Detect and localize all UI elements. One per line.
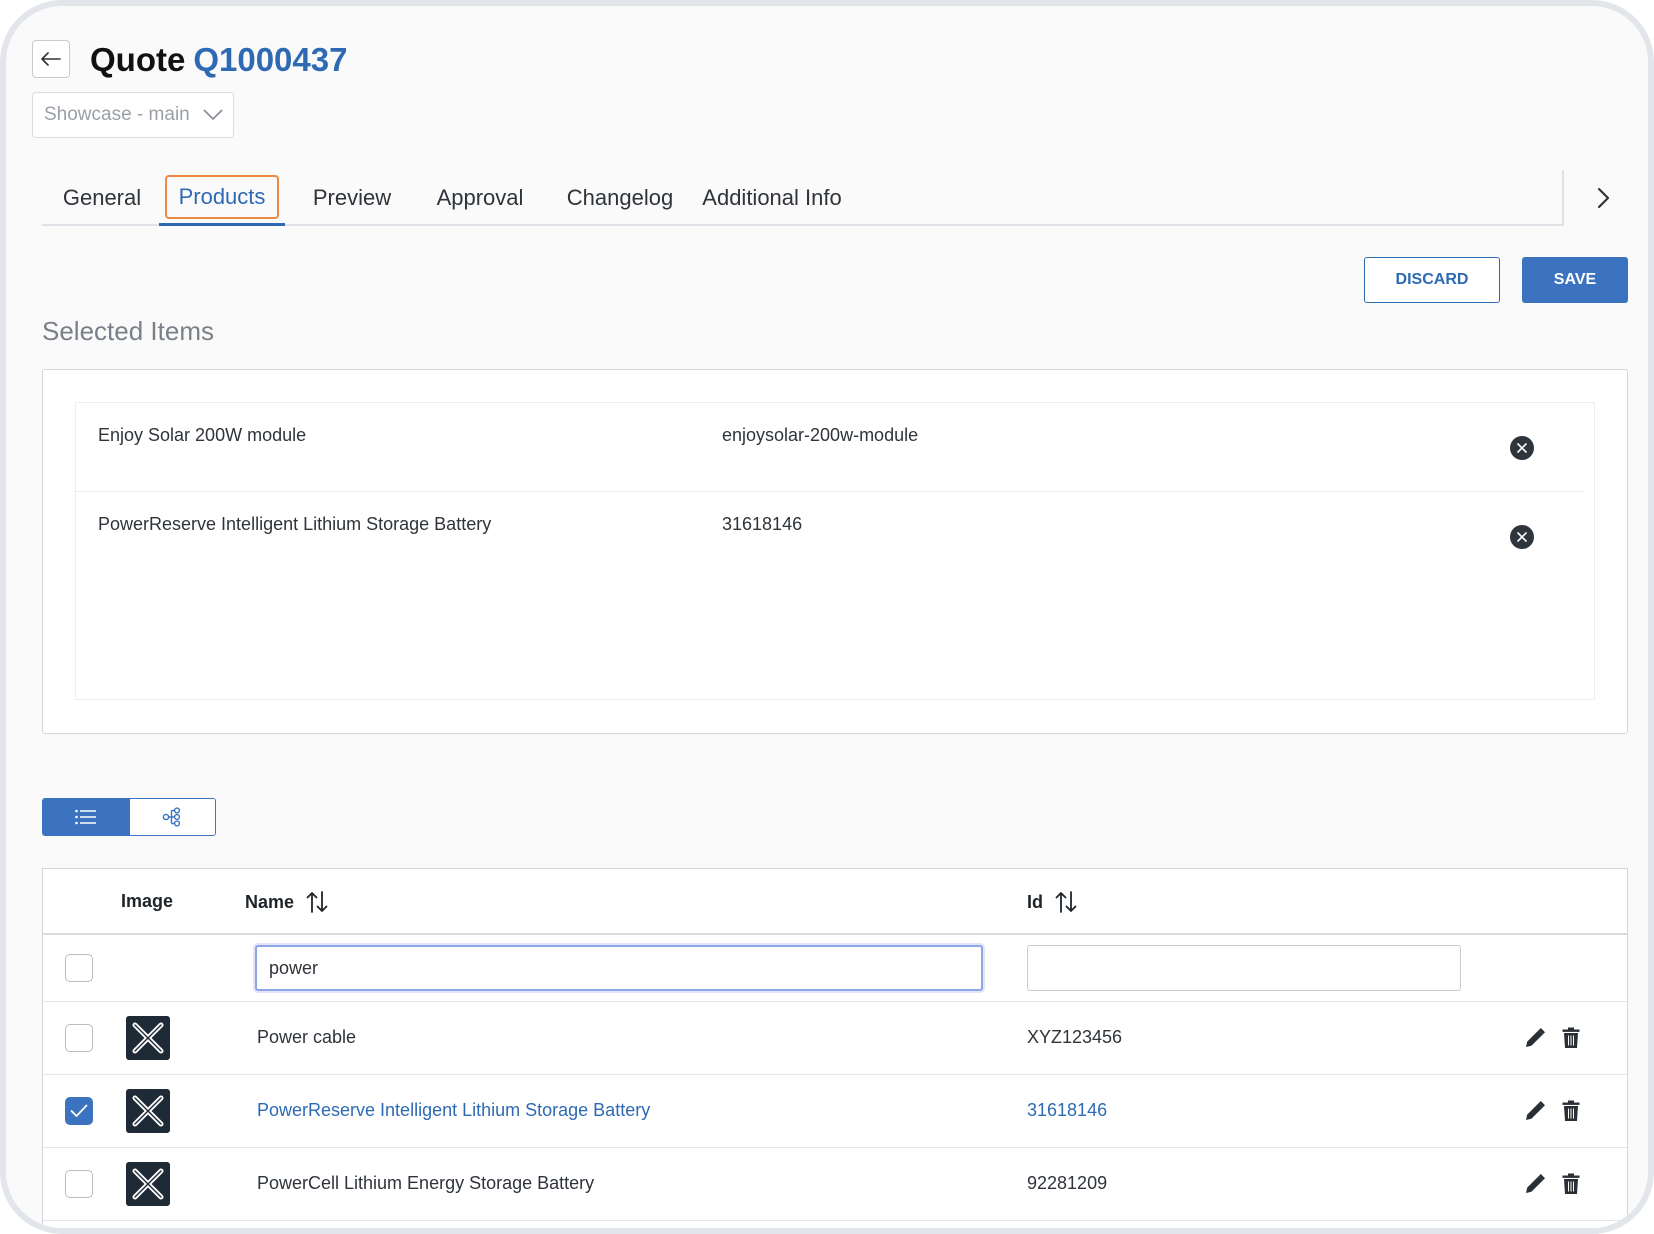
column-header-image: Image — [121, 891, 173, 912]
close-icon — [1517, 443, 1527, 453]
table-row[interactable]: Power cable XYZ123456 — [43, 1002, 1627, 1075]
tabs-divider — [1562, 170, 1564, 226]
table-header: Image Name Id — [43, 869, 1627, 935]
placeholder-x-icon — [132, 1168, 164, 1200]
product-id: 92281209 — [1027, 1173, 1108, 1193]
selected-item-id: 31618146 — [722, 514, 803, 534]
quote-id: Q1000437 — [193, 41, 348, 78]
selected-items-title: Selected Items — [42, 316, 214, 346]
filter-row — [43, 935, 1627, 1002]
edit-button[interactable] — [1523, 1172, 1547, 1196]
row-checkbox[interactable] — [65, 1024, 93, 1052]
tree-view-button[interactable] — [128, 799, 215, 835]
placeholder-x-icon — [132, 1095, 164, 1127]
placeholder-x-icon — [132, 1022, 164, 1054]
tab-label: Products — [164, 174, 280, 219]
page-title: Quote Q1000437 — [90, 40, 347, 80]
tab-label: Preview — [312, 185, 392, 210]
tab-label: General — [62, 185, 142, 210]
pencil-icon — [1526, 1101, 1545, 1120]
product-id: XYZ123456 — [1027, 1027, 1123, 1047]
product-name[interactable]: PowerReserve Intelligent Lithium Storage… — [257, 1100, 650, 1121]
hierarchy-icon — [162, 807, 181, 827]
save-button[interactable]: SAVE — [1522, 257, 1628, 303]
table-row[interactable]: PowerReserve Intelligent Lithium Storage… — [43, 1075, 1627, 1148]
sort-icon[interactable] — [306, 891, 328, 913]
back-button[interactable] — [32, 40, 70, 78]
column-header-label: Name — [245, 891, 295, 912]
trash-icon — [1562, 1173, 1580, 1194]
product-image — [126, 1089, 170, 1133]
selected-items-panel: Enjoy Solar 200W module enjoysolar-200w-… — [42, 369, 1628, 734]
tab-label: Changelog — [566, 185, 674, 210]
view-toggle — [42, 798, 216, 836]
row-checkbox[interactable] — [65, 1097, 93, 1125]
selected-item-name: Enjoy Solar 200W module — [98, 425, 307, 445]
tab-general[interactable]: General — [42, 170, 162, 226]
tab-preview[interactable]: Preview — [295, 170, 409, 226]
close-icon — [1517, 532, 1527, 542]
tabs-scroll-right-button[interactable] — [1582, 176, 1626, 220]
trash-icon — [1562, 1100, 1580, 1121]
product-image — [126, 1162, 170, 1206]
branch-select[interactable]: Showcase - main — [32, 92, 234, 138]
pencil-icon — [1526, 1028, 1545, 1047]
remove-item-button[interactable] — [1510, 525, 1534, 549]
pencil-icon — [1526, 1174, 1545, 1193]
branch-select-value: Showcase - main — [44, 104, 190, 125]
list-view-button[interactable] — [43, 799, 129, 835]
table-row[interactable]: PowerCell Lithium Energy Storage Battery… — [43, 1148, 1627, 1221]
list-icon — [74, 809, 96, 825]
tab-products[interactable]: Products — [159, 170, 285, 226]
tab-changelog[interactable]: Changelog — [550, 170, 690, 226]
tab-bar: General Products Preview Approval Change… — [42, 170, 1562, 226]
tab-label: Approval — [436, 185, 524, 210]
product-image — [126, 1016, 170, 1060]
id-filter-input[interactable] — [1027, 945, 1461, 991]
edit-button[interactable] — [1523, 1026, 1547, 1050]
tab-approval[interactable]: Approval — [418, 170, 542, 226]
products-table: Image Name Id power Power cable XYZ12345… — [42, 868, 1628, 1228]
select-all-checkbox[interactable] — [65, 954, 93, 982]
product-name: PowerCell Lithium Energy Storage Battery — [257, 1173, 595, 1193]
column-header-id: Id — [1027, 891, 1077, 913]
delete-button[interactable] — [1559, 1026, 1583, 1050]
product-name: Power cable — [257, 1027, 357, 1047]
trash-icon — [1562, 1027, 1580, 1048]
arrow-left-icon — [41, 52, 61, 66]
tab-additional-info[interactable]: Additional Info — [692, 170, 852, 226]
check-icon — [70, 1104, 88, 1117]
delete-button[interactable] — [1559, 1099, 1583, 1123]
product-id[interactable]: 31618146 — [1027, 1100, 1107, 1121]
delete-button[interactable] — [1559, 1172, 1583, 1196]
chevron-right-icon — [1597, 187, 1610, 209]
remove-item-button[interactable] — [1510, 436, 1534, 460]
column-header-label: Image — [121, 891, 174, 911]
name-filter-input[interactable] — [255, 945, 983, 991]
edit-button[interactable] — [1523, 1099, 1547, 1123]
row-checkbox[interactable] — [65, 1170, 93, 1198]
selected-item-name: PowerReserve Intelligent Lithium Storage… — [98, 514, 492, 534]
discard-button[interactable]: DISCARD — [1364, 257, 1500, 303]
selected-items-list: Enjoy Solar 200W module enjoysolar-200w-… — [75, 402, 1595, 700]
selected-item: PowerReserve Intelligent Lithium Storage… — [76, 492, 1584, 581]
column-header-name: Name — [245, 891, 328, 913]
app-window: Quote Q1000437 Showcase - main General Pr… — [0, 0, 1654, 1234]
selected-item: Enjoy Solar 200W module enjoysolar-200w-… — [76, 403, 1584, 492]
tab-label: Additional Info — [702, 185, 842, 210]
chevron-down-icon — [203, 109, 223, 121]
sort-icon[interactable] — [1055, 891, 1077, 913]
selected-item-id: enjoysolar-200w-module — [722, 425, 919, 445]
column-header-label: Id — [1027, 891, 1043, 912]
title-prefix: Quote — [90, 41, 186, 78]
